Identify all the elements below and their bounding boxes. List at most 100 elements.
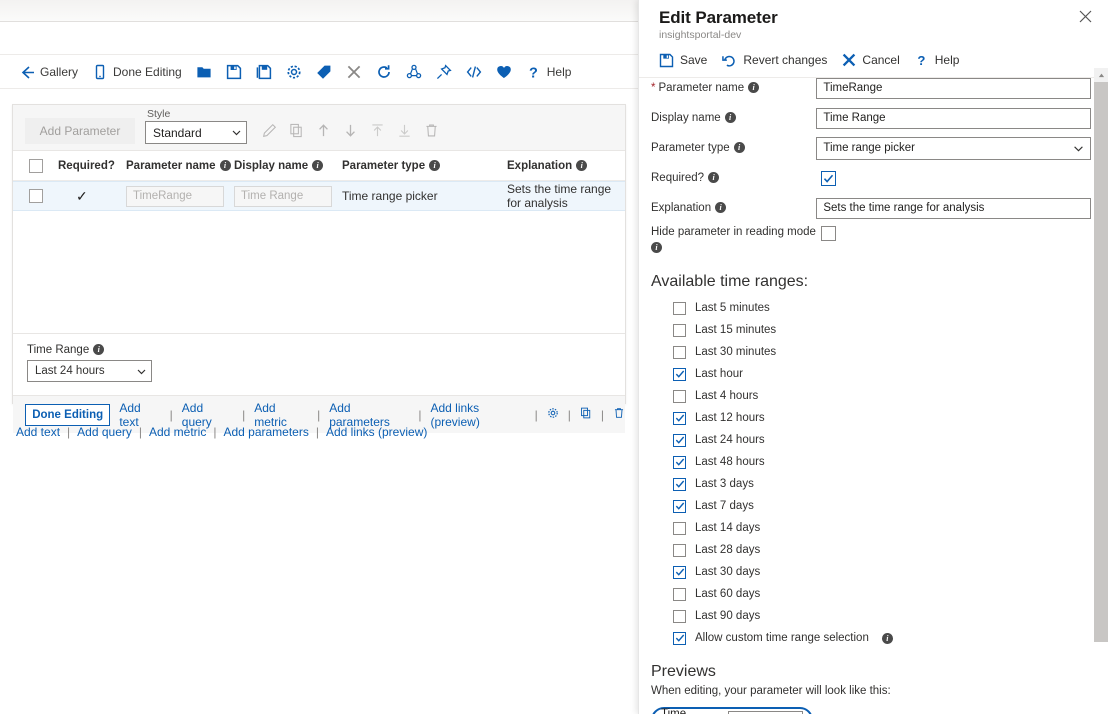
- info-icon[interactable]: i: [715, 202, 726, 213]
- info-icon[interactable]: i: [576, 160, 587, 171]
- time-range-checkbox[interactable]: [673, 478, 686, 491]
- time-range-checkbox[interactable]: [673, 368, 686, 381]
- move-top-icon[interactable]: [370, 123, 385, 141]
- time-range-option[interactable]: Last 24 hours: [673, 429, 1108, 451]
- parameter-type-select[interactable]: Time range picker: [816, 137, 1091, 160]
- move-down-icon[interactable]: [343, 123, 358, 141]
- time-range-option[interactable]: Last hour: [673, 363, 1108, 385]
- time-range-checkbox[interactable]: [673, 522, 686, 535]
- info-icon[interactable]: i: [429, 160, 440, 171]
- row-parameter-name-cell[interactable]: TimeRange: [126, 186, 234, 207]
- settings-button[interactable]: [279, 59, 309, 85]
- copy-icon[interactable]: [580, 407, 592, 422]
- panel-scrollbar[interactable]: [1094, 68, 1108, 714]
- select-all-cell[interactable]: [13, 159, 58, 173]
- bottom-add-query-link[interactable]: Add query: [77, 425, 132, 439]
- display-name-input[interactable]: Time Range: [234, 186, 332, 207]
- time-range-option[interactable]: Last 30 minutes: [673, 341, 1108, 363]
- time-range-checkbox[interactable]: [673, 632, 686, 645]
- time-range-select[interactable]: Last 24 hours: [27, 360, 152, 382]
- tag-button[interactable]: [309, 59, 339, 85]
- info-icon[interactable]: i: [882, 633, 893, 644]
- code-button[interactable]: [459, 59, 489, 85]
- table-row[interactable]: ✓ TimeRange Time Range Time range picker…: [13, 181, 625, 211]
- share-button[interactable]: [399, 59, 429, 85]
- info-icon[interactable]: i: [312, 160, 323, 171]
- required-checkbox[interactable]: [821, 171, 836, 186]
- delete-trash-icon[interactable]: [613, 407, 625, 422]
- open-button[interactable]: [189, 59, 219, 85]
- edit-pencil-icon[interactable]: [262, 123, 277, 141]
- close-icon[interactable]: [1073, 4, 1097, 28]
- refresh-button[interactable]: [369, 59, 399, 85]
- time-range-checkbox[interactable]: [673, 500, 686, 513]
- select-all-checkbox[interactable]: [29, 159, 43, 173]
- info-icon[interactable]: i: [708, 172, 719, 183]
- time-range-checkbox[interactable]: [673, 324, 686, 337]
- save-button[interactable]: [219, 59, 249, 85]
- time-range-option[interactable]: Last 14 days: [673, 517, 1108, 539]
- done-editing-button[interactable]: Done Editing: [85, 59, 189, 85]
- info-icon[interactable]: i: [725, 112, 736, 123]
- time-range-option[interactable]: Last 90 days: [673, 605, 1108, 627]
- row-checkbox[interactable]: [29, 189, 43, 203]
- time-range-option[interactable]: Last 12 hours: [673, 407, 1108, 429]
- time-range-checkbox[interactable]: [673, 302, 686, 315]
- time-range-option[interactable]: Last 5 minutes: [673, 297, 1108, 319]
- explanation-input[interactable]: Sets the time range for analysis: [816, 198, 1091, 219]
- bottom-add-links-preview-link[interactable]: Add links (preview): [326, 425, 427, 439]
- bottom-add-text-link[interactable]: Add text: [16, 425, 60, 439]
- time-range-checkbox[interactable]: [673, 346, 686, 359]
- add-links-preview-link[interactable]: Add links (preview): [430, 401, 525, 429]
- info-icon[interactable]: i: [93, 344, 104, 355]
- divider: |: [418, 408, 421, 422]
- bottom-add-parameters-link[interactable]: Add parameters: [223, 425, 308, 439]
- time-range-option[interactable]: Last 30 days: [673, 561, 1108, 583]
- time-range-checkbox[interactable]: [673, 390, 686, 403]
- parameter-name-input[interactable]: TimeRange: [816, 78, 1091, 99]
- time-range-checkbox[interactable]: [673, 412, 686, 425]
- time-range-checkbox[interactable]: [673, 610, 686, 623]
- info-icon[interactable]: i: [734, 142, 745, 153]
- move-up-icon[interactable]: [316, 123, 331, 141]
- time-range-option[interactable]: Last 15 minutes: [673, 319, 1108, 341]
- hide-parameter-checkbox[interactable]: [821, 226, 836, 241]
- time-range-option[interactable]: Last 60 days: [673, 583, 1108, 605]
- time-range-checkbox[interactable]: [673, 566, 686, 579]
- help-button[interactable]: ?Help: [519, 59, 579, 85]
- pin-button[interactable]: [429, 59, 459, 85]
- done-editing-button[interactable]: Done Editing: [25, 404, 110, 426]
- scrollbar-thumb[interactable]: [1094, 82, 1108, 642]
- display-name-input[interactable]: Time Range: [816, 108, 1091, 129]
- parameter-name-input[interactable]: TimeRange: [126, 186, 224, 207]
- info-icon[interactable]: i: [748, 82, 759, 93]
- favorite-button[interactable]: [489, 59, 519, 85]
- time-range-option[interactable]: Last 7 days: [673, 495, 1108, 517]
- style-select[interactable]: Standard: [145, 121, 247, 144]
- save-as-button[interactable]: [249, 59, 279, 85]
- add-parameter-button[interactable]: Add Parameter: [25, 118, 135, 144]
- time-range-option[interactable]: Allow custom time range selectioni: [673, 627, 1108, 649]
- gear-icon[interactable]: [547, 407, 559, 422]
- move-bottom-icon[interactable]: [397, 123, 412, 141]
- close-button[interactable]: [339, 59, 369, 85]
- time-range-option[interactable]: Last 28 days: [673, 539, 1108, 561]
- time-range-option[interactable]: Last 3 days: [673, 473, 1108, 495]
- info-icon[interactable]: i: [220, 160, 231, 171]
- info-icon[interactable]: i: [651, 242, 662, 253]
- row-select-cell[interactable]: [13, 189, 58, 203]
- time-range-option[interactable]: Last 4 hours: [673, 385, 1108, 407]
- parameter-preview[interactable]: Time Range:: [651, 707, 813, 714]
- bottom-add-metric-link[interactable]: Add metric: [149, 425, 206, 439]
- back-gallery-button[interactable]: Gallery: [12, 59, 85, 85]
- time-range-option[interactable]: Last 48 hours: [673, 451, 1108, 473]
- delete-trash-icon[interactable]: [424, 123, 439, 141]
- copy-icon[interactable]: [289, 123, 304, 141]
- time-range-checkbox[interactable]: [673, 588, 686, 601]
- time-range-checkbox[interactable]: [673, 456, 686, 469]
- time-range-checkbox[interactable]: [673, 544, 686, 557]
- row-display-name-cell[interactable]: Time Range: [234, 186, 342, 207]
- time-range-checkbox[interactable]: [673, 434, 686, 447]
- scroll-up-arrow-icon[interactable]: [1094, 68, 1108, 82]
- panel-body: *Parameter namei TimeRange Display namei…: [639, 66, 1108, 714]
